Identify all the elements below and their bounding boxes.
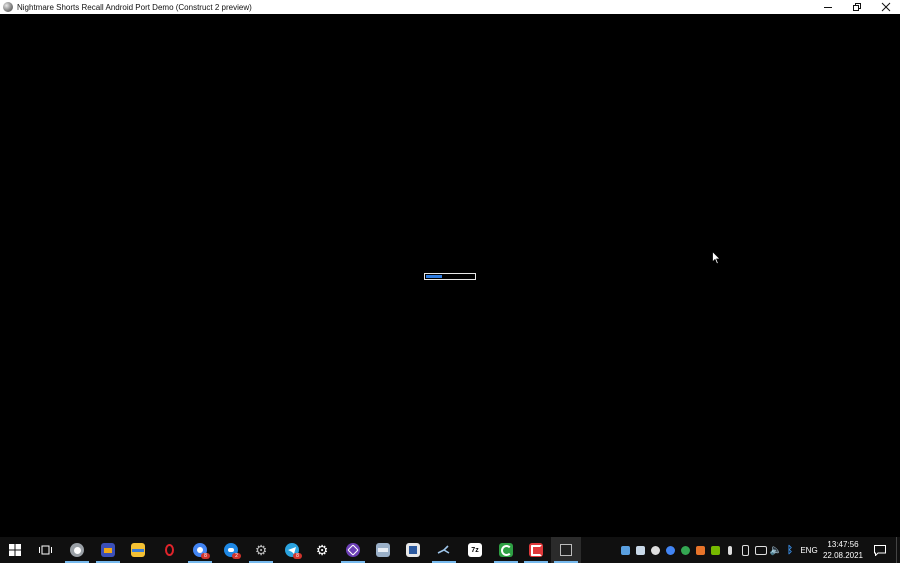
taskbar-app-opera[interactable] — [154, 537, 184, 563]
steam-tray-icon — [635, 545, 645, 555]
volume-icon: 🔈 — [769, 544, 783, 556]
bluetooth-icon: ᛒ — [787, 544, 793, 556]
loading-progress-bar — [424, 273, 476, 280]
taskbar-app-browser-gray[interactable] — [62, 537, 92, 563]
window-controls — [813, 0, 900, 14]
tray-icon-5[interactable] — [680, 537, 690, 563]
folder-icon — [131, 543, 145, 557]
restore-icon — [852, 3, 861, 11]
steam-icon — [437, 543, 451, 557]
loading-progress-fill — [426, 275, 442, 278]
tray-icon-8[interactable] — [725, 537, 735, 563]
taskbar-app-disk-tool[interactable] — [368, 537, 398, 563]
construct-icon — [529, 543, 543, 557]
task-view-icon — [38, 545, 52, 555]
tray-app-icon — [620, 545, 630, 555]
restore-button[interactable] — [842, 0, 871, 14]
notification-badge: 8 — [201, 553, 210, 559]
action-center-button[interactable] — [868, 537, 892, 563]
7zip-icon: 7z — [468, 543, 482, 557]
tray-icon-9[interactable] — [740, 537, 750, 563]
circle-browser-icon — [70, 543, 84, 557]
minimize-icon — [823, 7, 832, 8]
tray-icon-3[interactable] — [650, 537, 660, 563]
network-button[interactable] — [755, 537, 767, 563]
app-logo-icon — [3, 2, 13, 12]
tray-icon-7[interactable] — [710, 537, 720, 563]
language-label: ENG — [800, 545, 818, 555]
green-tray-icon — [680, 545, 690, 555]
windows-logo-icon — [9, 544, 21, 556]
start-button[interactable] — [0, 537, 30, 563]
volume-button[interactable]: 🔈 — [770, 537, 782, 563]
opera-icon — [162, 543, 176, 557]
window-title-bar[interactable]: Nightmare Shorts Recall Android Port Dem… — [0, 0, 900, 14]
window-title: Nightmare Shorts Recall Android Port Dem… — [17, 2, 252, 12]
usb-icon — [741, 544, 749, 556]
tray-icon-1[interactable] — [620, 537, 630, 563]
editor-icon — [406, 543, 420, 557]
green-c-icon — [499, 543, 513, 557]
discord-icon — [650, 545, 660, 555]
archive-icon — [101, 543, 115, 557]
visual-studio-icon — [346, 543, 360, 557]
taskbar-app-file-explorer[interactable] — [123, 537, 153, 563]
minimize-button[interactable] — [813, 0, 842, 14]
taskbar-app-chrome-profile[interactable]: 8 — [185, 537, 215, 563]
taskbar-app-steam[interactable] — [429, 537, 459, 563]
network-icon — [755, 545, 767, 555]
tray-icon-6[interactable] — [695, 537, 705, 563]
disk-icon — [376, 543, 390, 557]
notification-badge: 2 — [232, 553, 241, 559]
language-indicator[interactable]: ENG — [798, 537, 820, 563]
tray-icon-2[interactable] — [635, 537, 645, 563]
mouse-cursor-icon — [712, 250, 721, 270]
bluetooth-button[interactable]: ᛒ — [785, 537, 795, 563]
orange-tray-icon — [695, 545, 705, 555]
clock[interactable]: 13:47:56 22.08.2021 — [822, 539, 864, 561]
show-desktop-button[interactable] — [896, 537, 900, 563]
window-icon — [559, 543, 573, 557]
taskbar-app-settings-gear[interactable]: ⚙ — [246, 537, 276, 563]
gear-icon: ⚙ — [254, 541, 268, 558]
nvidia-icon — [710, 545, 720, 555]
taskbar-app-green[interactable] — [491, 537, 521, 563]
tray-icon-4[interactable] — [665, 537, 675, 563]
chrome-tray-icon — [665, 545, 675, 555]
taskbar-app-archive[interactable] — [93, 537, 123, 563]
notification-badge: 8 — [293, 553, 302, 559]
taskbar-app-editor[interactable] — [398, 537, 428, 563]
taskbar-app-settings[interactable]: ⚙ — [307, 537, 337, 563]
settings-icon: ⚙ — [315, 541, 329, 558]
taskbar-app-7zip[interactable]: 7z — [460, 537, 490, 563]
notification-icon — [874, 544, 886, 556]
close-icon — [881, 2, 890, 12]
taskbar-app-telegram[interactable]: 8 — [277, 537, 307, 563]
taskbar-app-chat[interactable]: 2 — [216, 537, 246, 563]
taskbar-app-construct[interactable] — [521, 537, 551, 563]
close-button[interactable] — [871, 0, 900, 14]
clock-time: 13:47:56 — [827, 540, 859, 549]
taskbar-app-game-window[interactable] — [551, 537, 581, 563]
taskbar-app-visual-studio[interactable] — [338, 537, 368, 563]
clock-date: 22.08.2021 — [822, 551, 864, 560]
microphone-icon — [728, 545, 732, 555]
task-view-button[interactable] — [30, 537, 60, 563]
